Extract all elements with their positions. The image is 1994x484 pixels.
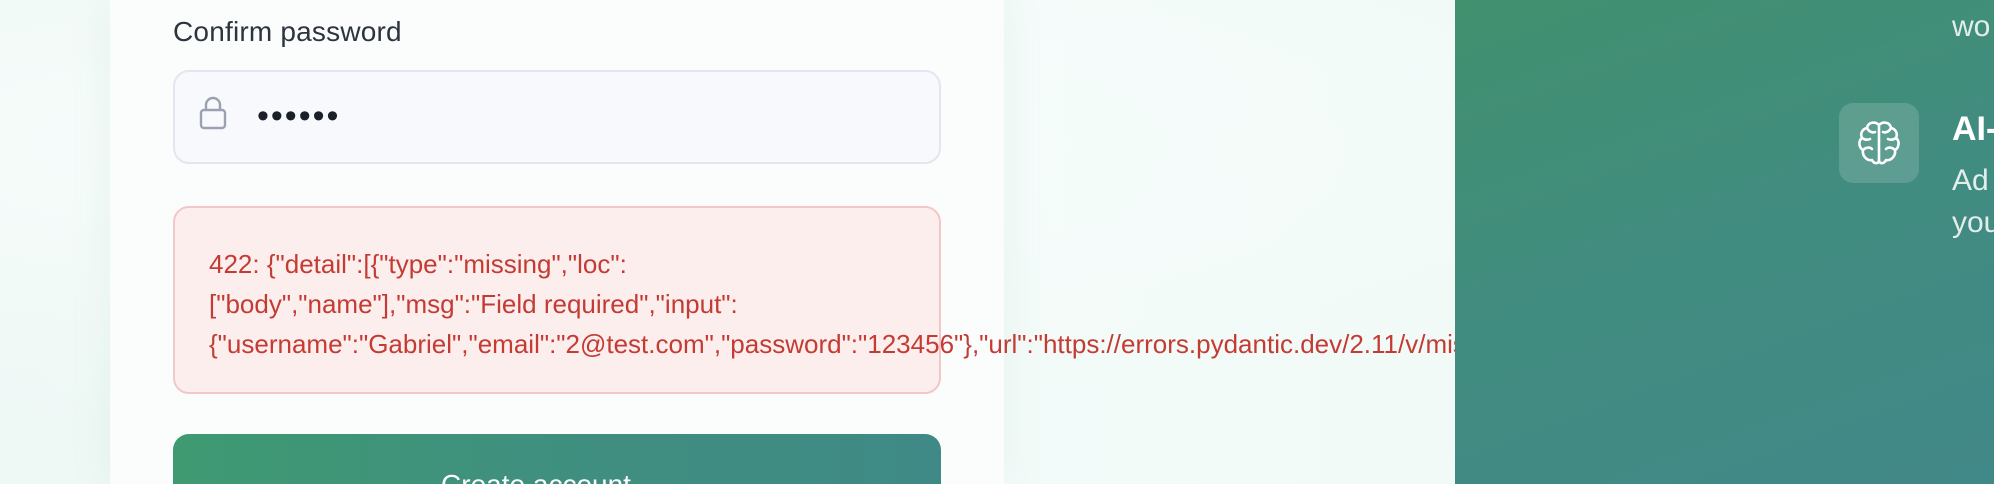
create-account-label: Create account bbox=[441, 468, 631, 484]
arrow-right-icon: → bbox=[644, 468, 673, 484]
feature-icon-tile bbox=[1839, 103, 1919, 183]
confirm-password-value: •••••• bbox=[257, 97, 341, 135]
feature-description: Ad you bbox=[1952, 164, 1994, 239]
confirm-password-label: Confirm password bbox=[173, 16, 402, 47]
lock-icon bbox=[199, 96, 227, 130]
brain-icon bbox=[1858, 121, 1900, 165]
feature-title: AI- bbox=[1952, 110, 1994, 148]
error-alert: 422: {"detail":[{"type":"missing","loc":… bbox=[173, 206, 1547, 394]
features-panel: wo AI- Ad you bbox=[1455, 0, 1994, 484]
signup-card: Confirm password •••••• 422: {"detail":[… bbox=[110, 0, 1547, 484]
feature-text-fragment: wo bbox=[1952, 10, 1991, 43]
confirm-password-input[interactable]: •••••• bbox=[173, 70, 941, 164]
create-account-button[interactable]: Create account → bbox=[173, 434, 941, 484]
